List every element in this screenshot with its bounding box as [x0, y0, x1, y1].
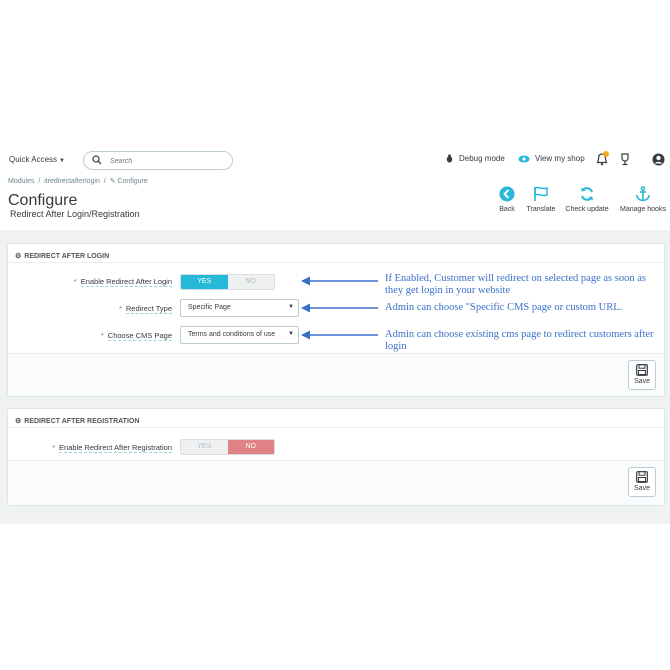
- user-icon[interactable]: [652, 153, 665, 166]
- cms-page-value: Terms and conditions of use: [188, 331, 276, 338]
- top-bar: Quick Access▼ Debug mode View my shop: [0, 148, 670, 174]
- cogs-icon: ⚙: [15, 253, 22, 260]
- search-icon: [92, 155, 102, 165]
- breadcrumb-separator: /: [38, 178, 41, 185]
- panel-heading: ⚙ REDIRECT AFTER REGISTRATION: [8, 409, 664, 428]
- annotation-line: they get login in your website: [385, 285, 511, 296]
- annotation-line: Admin can choose existing cms page to re…: [385, 329, 654, 340]
- caret-down-icon: ▼: [59, 158, 65, 164]
- annotation-line: login: [385, 341, 407, 352]
- panel-footer: Save: [8, 353, 664, 396]
- annotation-note-enable: If Enabled, Customer will redirect on se…: [385, 273, 646, 297]
- cms-page-select[interactable]: Terms and conditions of use ▼: [180, 326, 299, 344]
- redirect-type-value: Specific Page: [188, 304, 231, 311]
- manage-hooks-button[interactable]: Manage hooks: [617, 186, 669, 213]
- select-arrow-icon: ▼: [288, 331, 294, 337]
- switch-no[interactable]: NO: [227, 275, 274, 289]
- flag-icon: [534, 186, 548, 201]
- enable-redirect-registration-switch[interactable]: YES NO: [180, 439, 275, 455]
- enable-redirect-login-text: Enable Redirect After Login: [80, 277, 172, 287]
- redirect-type-text: Redirect Type: [125, 304, 172, 314]
- view-shop-link[interactable]: View my shop: [518, 154, 585, 163]
- check-update-button[interactable]: Check update: [563, 186, 611, 213]
- required-marker: *: [100, 331, 104, 340]
- save-label: Save: [634, 378, 650, 385]
- annotation-line: Admin can choose "Specific CMS page or c…: [385, 302, 623, 313]
- view-shop-label: View my shop: [535, 154, 585, 163]
- debug-mode-label: Debug mode: [459, 154, 505, 163]
- panel-footer: Save: [8, 460, 664, 505]
- anchor-icon: [636, 186, 650, 202]
- translate-label: Translate: [526, 206, 556, 213]
- search-input[interactable]: [110, 155, 228, 167]
- page-subtitle: Redirect After Login/Registration: [10, 209, 140, 219]
- annotation-note-type: Admin can choose "Specific CMS page or c…: [385, 302, 622, 314]
- select-arrow-icon: ▼: [288, 304, 294, 310]
- bug-icon: [446, 154, 453, 163]
- breadcrumb-configure: Configure: [117, 178, 148, 185]
- save-button[interactable]: Save: [628, 360, 656, 390]
- cms-page-label: * Choose CMS Page: [68, 331, 172, 341]
- switch-no[interactable]: NO: [227, 440, 274, 454]
- refresh-icon: [581, 187, 593, 201]
- save-button[interactable]: Save: [628, 467, 656, 497]
- manage-hooks-label: Manage hooks: [620, 206, 666, 213]
- quick-access-menu[interactable]: Quick Access ▼: [9, 155, 65, 164]
- quick-access-label: Quick Access: [9, 155, 58, 164]
- back-label: Back: [499, 206, 515, 213]
- floppy-disk-icon: [636, 471, 648, 483]
- panel-heading-label: REDIRECT AFTER LOGIN: [24, 252, 110, 260]
- eye-icon: [518, 155, 530, 162]
- switch-yes[interactable]: YES: [181, 275, 228, 289]
- translate-button[interactable]: Translate: [524, 186, 558, 213]
- breadcrumb-modules[interactable]: Modules: [8, 178, 34, 185]
- cogs-icon: ⚙: [15, 418, 22, 425]
- redirect-after-registration-panel: ⚙ REDIRECT AFTER REGISTRATION * Enable Re…: [7, 408, 665, 506]
- redirect-after-login-panel: ⚙ REDIRECT AFTER LOGIN * Enable Redirect …: [7, 243, 665, 397]
- trophy-icon[interactable]: [619, 153, 631, 166]
- breadcrumb-separator: /: [103, 178, 106, 185]
- switch-yes[interactable]: YES: [181, 440, 228, 454]
- annotation-note-cms: Admin can choose existing cms page to re…: [385, 329, 654, 353]
- breadcrumb: Modules / itredirectafterlogin / ✎ Confi…: [8, 177, 148, 185]
- enable-redirect-login-switch[interactable]: YES NO: [180, 274, 275, 290]
- page-title: Configure: [8, 192, 78, 209]
- annotation-arrow-icon: [301, 330, 378, 340]
- required-marker: *: [52, 443, 56, 452]
- back-button[interactable]: Back: [498, 186, 516, 213]
- check-update-label: Check update: [565, 206, 609, 213]
- required-marker: *: [73, 277, 77, 286]
- notification-badge: [603, 151, 609, 157]
- back-arrow-icon: [499, 186, 515, 202]
- search-box[interactable]: [83, 151, 233, 170]
- breadcrumb-module[interactable]: itredirectafterlogin: [44, 178, 100, 185]
- panel-heading-label: REDIRECT AFTER REGISTRATION: [24, 417, 140, 425]
- redirect-type-select[interactable]: Specific Page ▼: [180, 299, 299, 317]
- redirect-type-label: * Redirect Type: [68, 304, 172, 314]
- enable-redirect-registration-text: Enable Redirect After Registration: [59, 443, 172, 453]
- wrench-icon: ✎: [109, 178, 116, 185]
- cms-page-text: Choose CMS Page: [107, 331, 172, 341]
- enable-redirect-login-label: * Enable Redirect After Login: [48, 277, 172, 287]
- annotation-arrow-icon: [301, 303, 378, 313]
- debug-mode-link[interactable]: Debug mode: [445, 154, 505, 163]
- annotation-line: If Enabled, Customer will redirect on se…: [385, 273, 646, 284]
- save-label: Save: [634, 485, 650, 492]
- required-marker: *: [118, 304, 122, 313]
- annotation-arrow-icon: [301, 276, 378, 286]
- enable-redirect-registration-label: * Enable Redirect After Registration: [28, 443, 172, 453]
- floppy-disk-icon: [636, 364, 648, 376]
- panel-heading: ⚙ REDIRECT AFTER LOGIN: [8, 244, 664, 263]
